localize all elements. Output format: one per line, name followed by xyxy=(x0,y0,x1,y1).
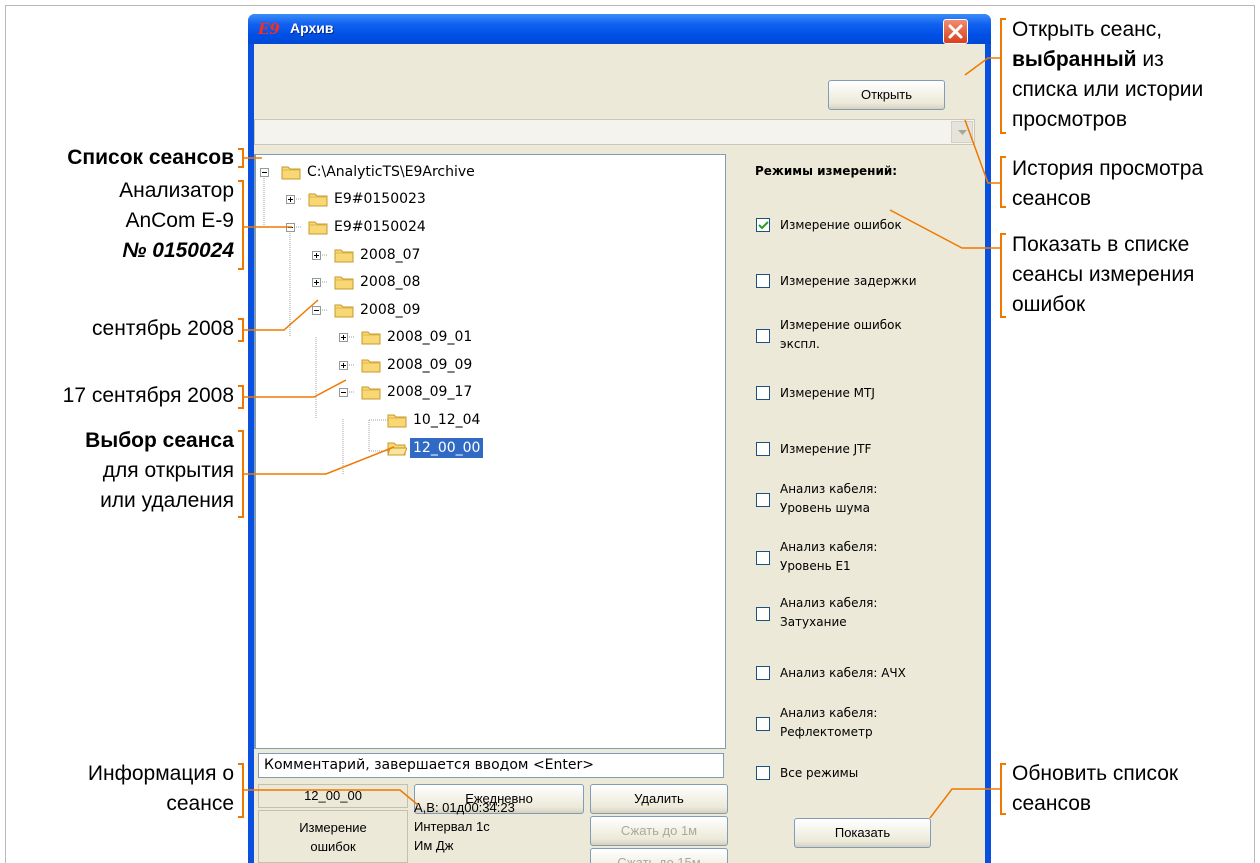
callout-leader-lines xyxy=(244,57,1000,819)
